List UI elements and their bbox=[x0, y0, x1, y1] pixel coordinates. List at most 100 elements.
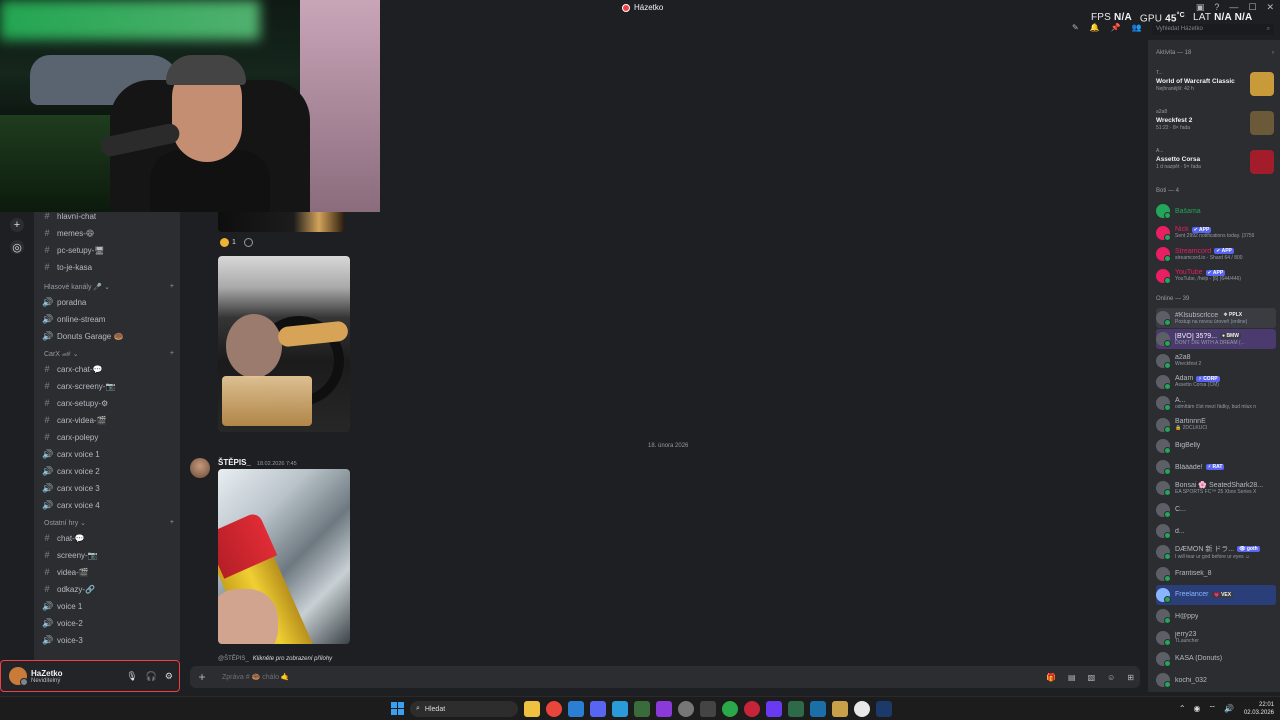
channel-category[interactable]: Hlasové kanály 🎤 ⌄ + bbox=[44, 283, 174, 291]
member-item[interactable]: d... bbox=[1156, 521, 1276, 541]
sticker-icon[interactable]: ▧ bbox=[1088, 673, 1096, 682]
settings-gear-icon[interactable]: ⚙ bbox=[165, 671, 173, 682]
channel-item[interactable]: 🔊 poradna bbox=[42, 295, 174, 309]
member-item[interactable]: BartinnnE 🔒 2DCLKUCI bbox=[1156, 415, 1276, 435]
avatar[interactable] bbox=[9, 667, 28, 686]
notification-bell-icon[interactable]: 🔔 bbox=[1090, 23, 1100, 32]
activity-header[interactable]: Aktivita — 18 › bbox=[1156, 50, 1274, 56]
channel-item[interactable]: 🔊 carx voice 4 bbox=[42, 498, 174, 512]
add-channel-icon[interactable]: + bbox=[170, 519, 174, 527]
attach-plus-icon[interactable]: + bbox=[196, 671, 208, 683]
member-item[interactable]: Bonsai 🌸 SeatedShark28... EA SPORTS FC™ 2… bbox=[1156, 478, 1276, 498]
attachment-image-partial[interactable] bbox=[218, 212, 344, 232]
add-reaction-icon[interactable] bbox=[243, 238, 253, 247]
settings-icon[interactable] bbox=[678, 701, 694, 717]
app-icon[interactable] bbox=[788, 701, 804, 717]
add-server-icon[interactable]: + bbox=[10, 218, 24, 232]
store-icon[interactable] bbox=[568, 701, 584, 717]
channel-item[interactable]: 🔊 carx voice 2 bbox=[42, 464, 174, 478]
obs-icon[interactable] bbox=[854, 701, 870, 717]
steam-icon[interactable] bbox=[876, 701, 892, 717]
gif-icon[interactable]: ▤ bbox=[1068, 673, 1076, 682]
emoji-icon[interactable]: ☺ bbox=[1107, 673, 1115, 682]
search-input[interactable]: Vyhledat Házetko ⌕ bbox=[1152, 24, 1274, 35]
channel-item[interactable]: # memes-😄 bbox=[42, 226, 174, 240]
headphones-icon[interactable]: 🎧 bbox=[146, 671, 157, 682]
add-channel-icon[interactable]: + bbox=[170, 283, 174, 291]
chevron-right-icon[interactable]: › bbox=[1272, 50, 1274, 56]
member-item[interactable]: Adam ⚡ CORP Assetto Corsa (CM) bbox=[1156, 372, 1276, 392]
volume-icon[interactable]: 🔊 bbox=[1224, 704, 1234, 714]
threads-icon[interactable]: ✎ bbox=[1072, 23, 1079, 32]
message-composer[interactable]: + Zpráva # 🍩 chálo 🤙 🎁 ▤ ▧ ☺ ⊞ bbox=[190, 666, 1140, 688]
member-item[interactable]: DÆMON 新 ドラ... 👁 goth I will tear ur god be… bbox=[1156, 542, 1276, 562]
member-item[interactable]: KASA (Donuts) bbox=[1156, 649, 1276, 669]
discover-icon[interactable]: ◎ bbox=[10, 240, 24, 254]
apps-icon[interactable]: ⊞ bbox=[1127, 673, 1134, 682]
attachment-image-drink[interactable] bbox=[218, 469, 350, 644]
channel-item[interactable]: # carx-videa-🎬 bbox=[42, 413, 174, 427]
channel-item[interactable]: 🔊 Donuts Garage 🍩 bbox=[42, 329, 174, 343]
channel-item[interactable]: # carx-chat-💬 bbox=[42, 362, 174, 376]
network-icon[interactable]: ⌔ bbox=[1209, 704, 1217, 714]
app-tray-icon[interactable]: ◉ bbox=[1194, 704, 1201, 714]
app-icon[interactable] bbox=[634, 701, 650, 717]
channel-category[interactable]: Ostatní hry ⌄ + bbox=[44, 519, 174, 527]
activity-card[interactable]: A... Assetto Corsa 1 d nazpět · 9× řada bbox=[1156, 148, 1274, 182]
member-item[interactable]: A... odmítám číst mezi řádky, bud mlux n bbox=[1156, 393, 1276, 413]
app-icon[interactable] bbox=[766, 701, 782, 717]
member-item[interactable]: jerry23 TLauncher bbox=[1156, 628, 1276, 648]
channel-item[interactable]: 🔊 voice-3 bbox=[42, 633, 174, 647]
members-icon[interactable]: 👥 bbox=[1132, 23, 1142, 32]
member-item[interactable]: C... bbox=[1156, 500, 1276, 520]
add-channel-icon[interactable]: + bbox=[170, 350, 174, 358]
member-item[interactable]: Streamcord ✔ APP streamcord.io - Shard 64 … bbox=[1156, 244, 1276, 264]
app-icon[interactable] bbox=[722, 701, 738, 717]
windows-start-icon[interactable] bbox=[391, 702, 404, 715]
app-icon[interactable] bbox=[810, 701, 826, 717]
message-author[interactable]: ŠTĚPIS_ bbox=[218, 458, 251, 467]
app-icon[interactable] bbox=[700, 701, 716, 717]
reply-preview[interactable]: @ŠTĚPIS_ Klikněte pro zobrazení přílohy bbox=[218, 656, 332, 662]
channel-item[interactable]: 🔊 online-stream bbox=[42, 312, 174, 326]
discord-icon[interactable] bbox=[590, 701, 606, 717]
app-icon[interactable] bbox=[832, 701, 848, 717]
member-item[interactable]: BigBelly bbox=[1156, 436, 1276, 456]
member-item[interactable]: Bláááde! ⚡ RAT bbox=[1156, 457, 1276, 477]
channel-item[interactable]: 🔊 voice-2 bbox=[42, 616, 174, 630]
app-icon[interactable] bbox=[656, 701, 672, 717]
taskbar-search[interactable]: ⌕ Hledat bbox=[410, 701, 518, 717]
chrome-icon[interactable] bbox=[546, 701, 562, 717]
microphone-icon[interactable]: 🎙 bbox=[126, 671, 137, 682]
channel-item[interactable]: 🔊 carx voice 3 bbox=[42, 481, 174, 495]
gift-icon[interactable]: 🎁 bbox=[1046, 673, 1056, 682]
member-item[interactable]: Frantisek_8 bbox=[1156, 564, 1276, 584]
chevron-up-icon[interactable]: ⌃ bbox=[1179, 704, 1186, 714]
file-explorer-icon[interactable] bbox=[524, 701, 540, 717]
channel-item[interactable]: # carx-screeny-📷 bbox=[42, 379, 174, 393]
member-item[interactable]: #Klsubscrlcce ❖ PPLX Postup na novou úrove… bbox=[1156, 308, 1276, 328]
clock[interactable]: 22:01 02.03.2026 bbox=[1244, 701, 1274, 717]
opera-icon[interactable] bbox=[744, 701, 760, 717]
channel-item[interactable]: # pc-setupy-🖥 bbox=[42, 243, 174, 257]
telegram-icon[interactable] bbox=[612, 701, 628, 717]
channel-item[interactable]: # carx-polepy bbox=[42, 430, 174, 444]
message-input[interactable]: Zpráva # 🍩 chálo 🤙 bbox=[222, 673, 290, 681]
channel-item[interactable]: # screeny-📷 bbox=[42, 548, 174, 562]
channel-item[interactable]: # odkazy-🔗 bbox=[42, 582, 174, 596]
member-item[interactable]: H@ppy bbox=[1156, 606, 1276, 626]
member-item[interactable]: Bašama bbox=[1156, 201, 1276, 221]
activity-card[interactable]: a2a8 Wreckfest 2 51:22 · 8× řada bbox=[1156, 109, 1274, 143]
channel-item[interactable]: # videa-🎬 bbox=[42, 565, 174, 579]
member-item[interactable]: [BVO] 35?9... ● BMW DON'T DIE WITH A DREAM… bbox=[1156, 329, 1276, 350]
member-item[interactable]: Nick ✔ APP Sent 2992 notifications today. … bbox=[1156, 223, 1276, 243]
activity-card[interactable]: T... World of Warcraft Classic Nejhranější… bbox=[1156, 70, 1274, 104]
member-item[interactable]: Freelancer 💗 VEX bbox=[1156, 584, 1276, 605]
channel-item[interactable]: 🔊 carx voice 1 bbox=[42, 447, 174, 461]
channel-item[interactable]: # to-je-kasa bbox=[42, 260, 174, 274]
member-item[interactable]: a2a8 Wreckfest 2 bbox=[1156, 351, 1276, 371]
attachment-image-food[interactable] bbox=[218, 256, 350, 432]
reaction[interactable]: 1 bbox=[220, 238, 236, 247]
channel-item[interactable]: # carx-setupy-⚙ bbox=[42, 396, 174, 410]
channel-item[interactable]: # chat-💬 bbox=[42, 531, 174, 545]
